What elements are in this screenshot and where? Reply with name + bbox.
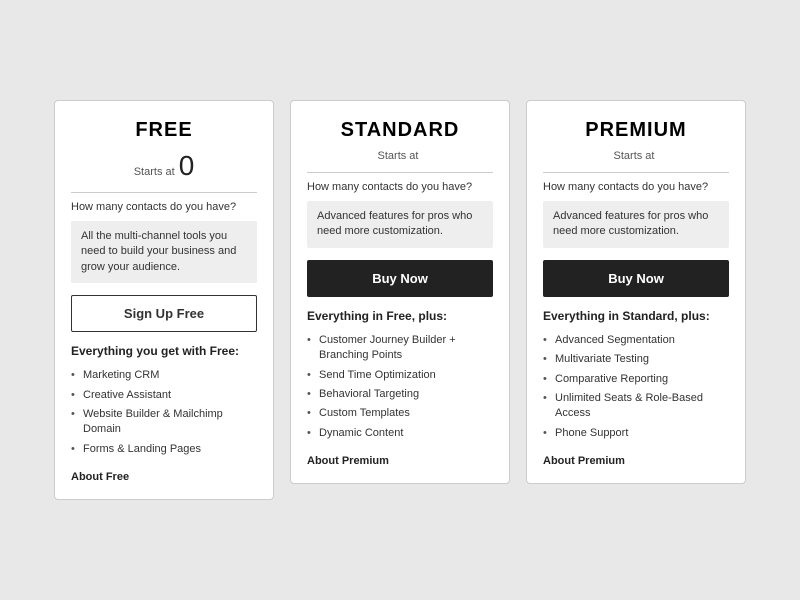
list-item: Marketing CRM bbox=[71, 366, 257, 385]
contacts-question-standard: How many contacts do you have? bbox=[307, 181, 493, 193]
starts-at-row-free: Starts at 0 bbox=[71, 150, 257, 182]
contacts-question-free: How many contacts do you have? bbox=[71, 201, 257, 213]
cta-button-free[interactable]: Sign Up Free bbox=[71, 295, 257, 332]
everything-label-premium: Everything in Standard, plus: bbox=[543, 309, 729, 323]
cta-button-standard[interactable]: Buy Now bbox=[307, 260, 493, 297]
description-box-standard: Advanced features for pros who need more… bbox=[307, 201, 493, 248]
cta-button-premium[interactable]: Buy Now bbox=[543, 260, 729, 297]
list-item: Phone Support bbox=[543, 424, 729, 443]
list-item: Unlimited Seats & Role-Based Access bbox=[543, 389, 729, 424]
list-item: Dynamic Content bbox=[307, 424, 493, 443]
list-item: Custom Templates bbox=[307, 404, 493, 423]
list-item: Customer Journey Builder + Branching Poi… bbox=[307, 331, 493, 366]
starts-at-label-free: Starts at bbox=[134, 166, 175, 178]
plan-title-free: Free bbox=[71, 119, 257, 142]
contacts-question-premium: How many contacts do you have? bbox=[543, 181, 729, 193]
plan-title-standard: Standard bbox=[307, 119, 493, 142]
list-item: Creative Assistant bbox=[71, 386, 257, 405]
list-item: Multivariate Testing bbox=[543, 350, 729, 369]
features-list-standard: Customer Journey Builder + Branching Poi… bbox=[307, 331, 493, 443]
list-item: Comparative Reporting bbox=[543, 370, 729, 389]
features-list-free: Marketing CRMCreative AssistantWebsite B… bbox=[71, 366, 257, 459]
list-item: Forms & Landing Pages bbox=[71, 440, 257, 459]
list-item: Website Builder & Mailchimp Domain bbox=[71, 405, 257, 440]
plan-title-premium: Premium bbox=[543, 119, 729, 142]
description-box-premium: Advanced features for pros who need more… bbox=[543, 201, 729, 248]
starts-at-label-standard: Starts at bbox=[378, 150, 419, 162]
everything-label-standard: Everything in Free, plus: bbox=[307, 309, 493, 323]
pricing-cards-container: Free Starts at 0 How many contacts do you h… bbox=[30, 76, 770, 524]
about-link-free[interactable]: About Free bbox=[71, 471, 257, 483]
list-item: Behavioral Targeting bbox=[307, 385, 493, 404]
price-value-free: 0 bbox=[179, 150, 195, 182]
divider-standard bbox=[307, 172, 493, 173]
divider-premium bbox=[543, 172, 729, 173]
features-list-premium: Advanced SegmentationMultivariate Testin… bbox=[543, 331, 729, 443]
divider-free bbox=[71, 192, 257, 193]
description-box-free: All the multi-channel tools you need to … bbox=[71, 221, 257, 283]
plan-card-premium: Premium Starts at How many contacts do you… bbox=[526, 100, 746, 484]
starts-at-label-premium: Starts at bbox=[614, 150, 655, 162]
plan-card-standard: Standard Starts at How many contacts do yo… bbox=[290, 100, 510, 484]
list-item: Send Time Optimization bbox=[307, 366, 493, 385]
plan-card-free: Free Starts at 0 How many contacts do you h… bbox=[54, 100, 274, 500]
about-link-standard[interactable]: About Premium bbox=[307, 455, 493, 467]
list-item: Advanced Segmentation bbox=[543, 331, 729, 350]
starts-at-row-standard: Starts at bbox=[307, 150, 493, 162]
everything-label-free: Everything you get with Free: bbox=[71, 344, 257, 358]
starts-at-row-premium: Starts at bbox=[543, 150, 729, 162]
about-link-premium[interactable]: About Premium bbox=[543, 455, 729, 467]
